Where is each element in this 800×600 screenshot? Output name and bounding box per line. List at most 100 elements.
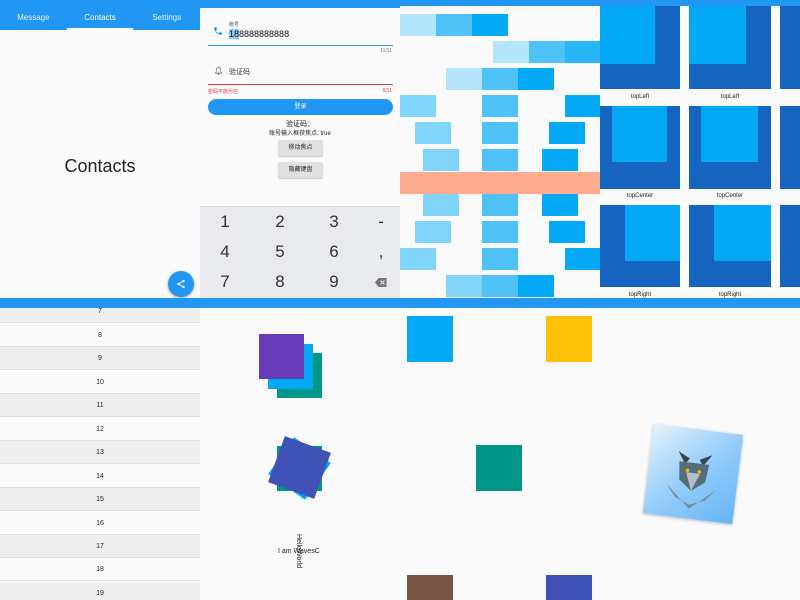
- phone-icon: [214, 27, 222, 35]
- list-item[interactable]: 9: [0, 347, 200, 371]
- box: [472, 14, 508, 36]
- code-counter: 0/11: [382, 88, 392, 94]
- list-item[interactable]: 8: [0, 324, 200, 348]
- align-container: [780, 106, 800, 189]
- error-text: 密码不能为空: [208, 89, 239, 95]
- box: [542, 194, 578, 216]
- align-caption: topCenter: [716, 193, 744, 199]
- list-item[interactable]: 18: [0, 558, 200, 582]
- tab-settings[interactable]: Settings: [133, 0, 200, 30]
- bell-icon: [215, 66, 222, 75]
- phone-selection: 18: [229, 29, 240, 39]
- box: [415, 221, 451, 243]
- numeric-keypad: 1 2 3 - 4 5 6 , 7 8 9: [200, 206, 400, 300]
- list-item[interactable]: 15: [0, 488, 200, 512]
- app-bar: [400, 0, 600, 6]
- app-bar: [200, 0, 400, 8]
- box: [436, 14, 472, 36]
- box: [482, 275, 518, 297]
- key-4[interactable]: 4: [200, 237, 250, 267]
- box: [423, 194, 459, 216]
- hide-keyboard-button[interactable]: 隐藏键盘: [278, 162, 323, 178]
- backspace-icon: [375, 278, 387, 287]
- code-field[interactable]: 验证码: [229, 67, 250, 77]
- align-child: [600, 6, 655, 64]
- move-focus-button[interactable]: 移动焦点: [278, 140, 323, 156]
- transform-panel: I am WavesC HelloWorld: [200, 308, 400, 600]
- page-title: Contacts: [64, 156, 136, 176]
- wolf-image: [642, 423, 744, 525]
- box: [415, 122, 451, 144]
- key-8[interactable]: 8: [255, 267, 305, 297]
- number-list[interactable]: 7 8 9 10 11 12 13 14 15 16 17 18 19: [0, 308, 200, 600]
- alignment-panel: topLeft topLeft topCenter topCenter topR…: [600, 0, 800, 300]
- list-item[interactable]: 17: [0, 535, 200, 559]
- section-divider: [0, 298, 800, 308]
- align-child: [689, 6, 746, 64]
- box: [482, 149, 518, 171]
- wolf-icon: [666, 451, 717, 509]
- code-underline: [208, 84, 393, 85]
- align-child: [701, 106, 758, 162]
- phone-value: 8888888888: [239, 29, 290, 39]
- key-9[interactable]: 9: [309, 267, 359, 297]
- phone-field-label: 账号: [229, 22, 240, 28]
- align-caption: topCenter: [626, 193, 654, 199]
- box: [482, 221, 518, 243]
- share-button[interactable]: [168, 271, 194, 297]
- box: [482, 194, 518, 216]
- align-child: [714, 205, 771, 261]
- login-panel: 账号 188888888888 11/11 验证码 密码不能为空 0/11 登录…: [200, 0, 400, 300]
- box: [518, 68, 554, 90]
- box: [482, 248, 518, 270]
- key-5[interactable]: 5: [255, 237, 305, 267]
- tab-bar: Message Contacts Settings: [0, 0, 200, 30]
- list-item[interactable]: 11: [0, 394, 200, 418]
- highlight-band: [400, 172, 600, 194]
- list-item[interactable]: 12: [0, 418, 200, 442]
- box: [482, 68, 518, 90]
- align-caption: topLeft: [720, 94, 740, 100]
- slide-animation-panel: [400, 0, 600, 300]
- key-1[interactable]: 1: [200, 207, 250, 237]
- align-container: [780, 6, 800, 89]
- align-child: [612, 106, 667, 162]
- key-7[interactable]: 7: [200, 267, 250, 297]
- list-item[interactable]: 13: [0, 441, 200, 465]
- rotated-image-panel: [600, 308, 800, 600]
- box: [400, 14, 436, 36]
- list-item[interactable]: 7: [0, 308, 200, 324]
- list-item[interactable]: 16: [0, 512, 200, 536]
- key-6[interactable]: 6: [309, 237, 359, 267]
- square: [407, 316, 453, 362]
- tab-message[interactable]: Message: [0, 0, 67, 30]
- key-comma[interactable]: ,: [356, 237, 400, 267]
- key-minus[interactable]: -: [356, 207, 400, 237]
- tab-contacts[interactable]: Contacts: [66, 0, 134, 30]
- box: [565, 41, 600, 63]
- square: [476, 445, 522, 491]
- backspace-button[interactable]: [356, 267, 400, 297]
- share-icon: [177, 279, 185, 289]
- stacked-square: [259, 334, 304, 379]
- list-item[interactable]: 14: [0, 465, 200, 489]
- list-item[interactable]: 10: [0, 371, 200, 395]
- login-button[interactable]: 登录: [208, 99, 393, 115]
- phone-field[interactable]: 188888888888: [229, 29, 289, 39]
- key-2[interactable]: 2: [255, 207, 305, 237]
- box: [423, 149, 459, 171]
- phone-counter: 11/11: [380, 48, 392, 54]
- square: [546, 316, 592, 362]
- key-3[interactable]: 3: [309, 207, 359, 237]
- screen-collage: Message Contacts Settings Contacts 账号 18…: [0, 0, 800, 600]
- box: [542, 149, 578, 171]
- focus-status: 账号输入框获焦点: true: [269, 131, 331, 137]
- list-item[interactable]: 19: [0, 582, 200, 600]
- box: [565, 248, 600, 270]
- rotated-text: HelloWorld: [295, 534, 302, 569]
- tabs-panel: Message Contacts Settings Contacts: [0, 0, 200, 300]
- box: [518, 275, 554, 297]
- box: [400, 95, 436, 117]
- box: [482, 122, 518, 144]
- square: [546, 575, 592, 600]
